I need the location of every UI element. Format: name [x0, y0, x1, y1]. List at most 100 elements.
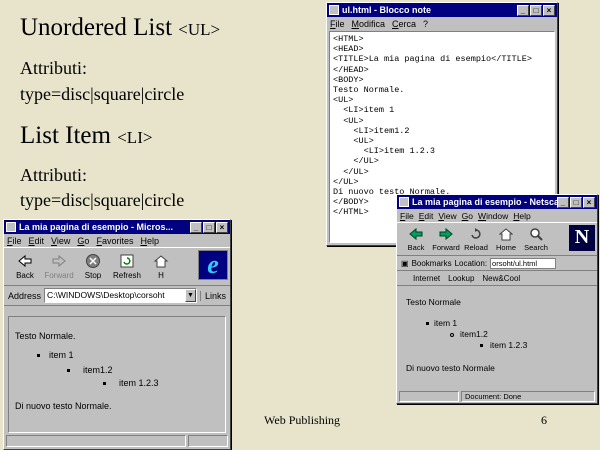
- forward-button[interactable]: Forward: [431, 227, 461, 252]
- ns-menubar: File Edit View Go Window Help: [397, 209, 597, 222]
- notepad-menubar: File Modifica Cerca ?: [327, 17, 557, 30]
- forward-arrow-icon: [439, 227, 453, 240]
- menu-help[interactable]: Help: [140, 236, 159, 246]
- code-line: </UL>: [333, 166, 369, 177]
- menu-help[interactable]: Help: [513, 211, 530, 221]
- code-line: </HEAD>: [333, 64, 369, 75]
- personal-link-newcool[interactable]: New&Cool: [482, 274, 520, 283]
- minimize-button[interactable]: _: [557, 196, 569, 208]
- disc-bullet-icon: [37, 354, 40, 357]
- menu-view[interactable]: View: [438, 211, 456, 221]
- forward-label: Forward: [432, 242, 460, 252]
- netscape-logo-icon: N: [569, 225, 595, 251]
- ns-titlebar[interactable]: La mia pagina di esempio - Netscape _ □ …: [397, 195, 597, 209]
- close-button[interactable]: ×: [216, 221, 228, 233]
- refresh-button[interactable]: Refresh: [110, 253, 144, 280]
- page-text-again: Di nuovo testo Normale: [406, 363, 495, 373]
- links-button[interactable]: Links: [199, 290, 230, 301]
- minimize-button[interactable]: _: [190, 221, 202, 233]
- notepad-title: ul.html - Blocco note: [342, 5, 431, 15]
- menu-go[interactable]: Go: [462, 211, 473, 221]
- heading-li-text: List Item: [20, 122, 111, 149]
- address-input[interactable]: C:\WINDOWS\Desktop\corsoht ▼: [44, 288, 197, 303]
- menu-edit[interactable]: Edit: [29, 236, 45, 246]
- menu-file[interactable]: File: [400, 211, 414, 221]
- personal-link-lookup[interactable]: Lookup: [448, 274, 474, 283]
- menu-go[interactable]: Go: [77, 236, 89, 246]
- back-button[interactable]: Back: [8, 253, 42, 280]
- menu-edit[interactable]: Edit: [419, 211, 434, 221]
- code-line: <UL>: [333, 95, 354, 106]
- heading-li-tag: <LI>: [117, 128, 153, 147]
- status-pane-zone: [188, 435, 228, 447]
- maximize-button[interactable]: □: [530, 4, 542, 16]
- close-button[interactable]: ×: [543, 4, 555, 16]
- code-line: </UL>: [333, 156, 379, 167]
- home-button[interactable]: H: [144, 253, 178, 280]
- footer-title: Web Publishing: [264, 413, 341, 427]
- ie-titlebar[interactable]: La mia pagina di esempio - Micros... _ □…: [4, 220, 230, 234]
- reload-icon: [471, 227, 481, 239]
- bookmarks-button[interactable]: Bookmarks: [412, 259, 452, 268]
- ie-address-bar: Address C:\WINDOWS\Desktop\corsoht ▼ Lin…: [4, 286, 230, 306]
- back-button[interactable]: Back: [401, 227, 431, 252]
- home-icon: [153, 255, 169, 268]
- personal-link-internet[interactable]: Internet: [413, 274, 440, 283]
- minimize-button[interactable]: _: [517, 4, 529, 16]
- home-label: H: [158, 271, 164, 280]
- stop-label: Stop: [84, 271, 102, 280]
- menu-help[interactable]: ?: [423, 19, 428, 29]
- page-text-again: Di nuovo testo Normale.: [15, 401, 112, 411]
- ie-page-content: Testo Normale. item 1 item1.2 item 1.2.3…: [8, 316, 226, 433]
- ie-app-icon: [6, 222, 16, 232]
- maximize-button[interactable]: □: [203, 221, 215, 233]
- reload-label: Reload: [464, 242, 488, 252]
- search-button[interactable]: Search: [521, 227, 551, 252]
- back-arrow-icon: [409, 227, 423, 240]
- back-arrow-icon: [18, 254, 32, 268]
- code-line: <LI>item 1.2.3: [333, 146, 436, 157]
- footer-page-number: 6: [541, 413, 547, 427]
- ns-app-icon: [399, 197, 409, 207]
- menu-favorites[interactable]: Favorites: [96, 236, 133, 246]
- menu-modifica[interactable]: Modifica: [352, 19, 386, 29]
- menu-cerca[interactable]: Cerca: [392, 19, 416, 29]
- square-bullet-icon: [103, 382, 106, 385]
- menu-window[interactable]: Window: [478, 211, 508, 221]
- ns-personal-toolbar: Internet Lookup New&Cool: [397, 271, 597, 286]
- code-line: <HTML>: [333, 34, 364, 44]
- close-button[interactable]: ×: [583, 196, 595, 208]
- bookmarks-icon[interactable]: ▣: [401, 259, 409, 268]
- menu-file[interactable]: File: [7, 236, 22, 246]
- code-line: <HEAD>: [333, 44, 364, 55]
- notepad-titlebar[interactable]: ul.html - Blocco note _ □ ×: [327, 3, 557, 17]
- maximize-button[interactable]: □: [570, 196, 582, 208]
- list-item-1-2-3: item 1.2.3: [119, 378, 159, 388]
- ie-browser-window: La mia pagina di esempio - Micros... _ □…: [3, 219, 231, 450]
- menu-view[interactable]: View: [51, 236, 70, 246]
- address-dropdown-icon[interactable]: ▼: [184, 289, 196, 302]
- forward-arrow-icon: [52, 254, 66, 268]
- reload-button[interactable]: Reload: [461, 227, 491, 252]
- back-label: Back: [16, 271, 34, 280]
- ns-location-bar: ▣ Bookmarks Location: orsoht/ul.html: [397, 256, 597, 271]
- square-bullet-icon: [480, 344, 483, 347]
- location-label: Location:: [454, 258, 488, 268]
- ul-attributes-value: type=disc|square|circle: [20, 84, 185, 104]
- home-button[interactable]: Home: [491, 227, 521, 252]
- code-line: </UL>: [333, 176, 359, 187]
- menu-file[interactable]: File: [330, 19, 345, 29]
- ie-logo-icon: e: [198, 250, 228, 280]
- code-line: <LI>item1.2: [333, 125, 410, 136]
- refresh-icon: [120, 254, 134, 268]
- status-pane-main: [6, 435, 186, 447]
- ns-page-content: Testo Normale item 1 item1.2 item 1.2.3 …: [400, 291, 594, 389]
- stop-button[interactable]: Stop: [76, 253, 110, 280]
- back-label: Back: [407, 242, 425, 252]
- list-item-1-2: item1.2: [83, 365, 113, 375]
- page-text-normal: Testo Normale: [406, 297, 461, 307]
- forward-button[interactable]: Forward: [42, 253, 76, 280]
- status-text: Document: Done: [461, 391, 595, 402]
- location-input[interactable]: orsoht/ul.html: [490, 257, 557, 269]
- ie-title: La mia pagina di esempio - Micros...: [19, 222, 174, 232]
